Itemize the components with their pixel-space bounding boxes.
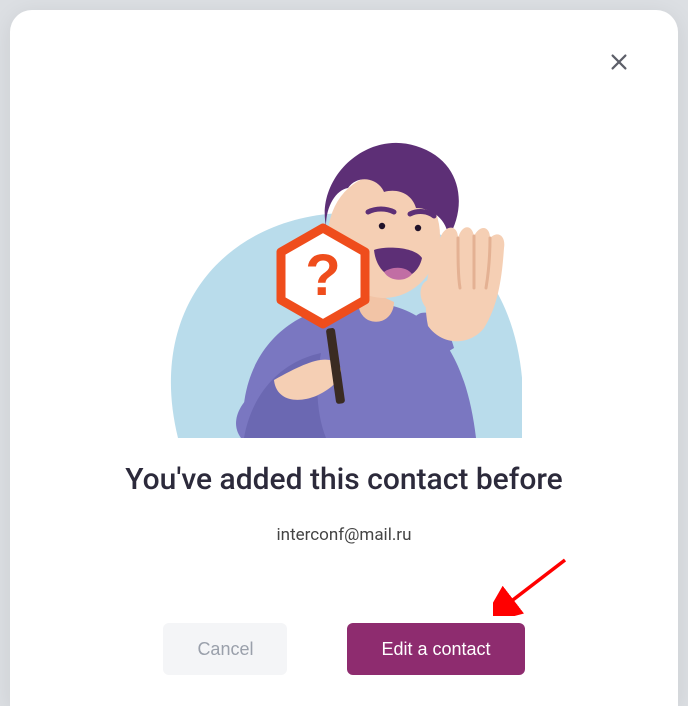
close-button[interactable] bbox=[604, 48, 634, 78]
modal-title: You've added this contact before bbox=[125, 462, 563, 497]
svg-text:?: ? bbox=[305, 243, 340, 308]
illustration: ? bbox=[166, 138, 522, 438]
edit-contact-button[interactable]: Edit a contact bbox=[347, 623, 524, 675]
button-row: Cancel Edit a contact bbox=[163, 623, 524, 675]
cancel-button[interactable]: Cancel bbox=[163, 623, 287, 675]
contact-email: interconf@mail.ru bbox=[277, 525, 412, 545]
close-icon bbox=[608, 51, 630, 76]
duplicate-contact-modal: ? You've added this contact before inter… bbox=[10, 10, 678, 706]
